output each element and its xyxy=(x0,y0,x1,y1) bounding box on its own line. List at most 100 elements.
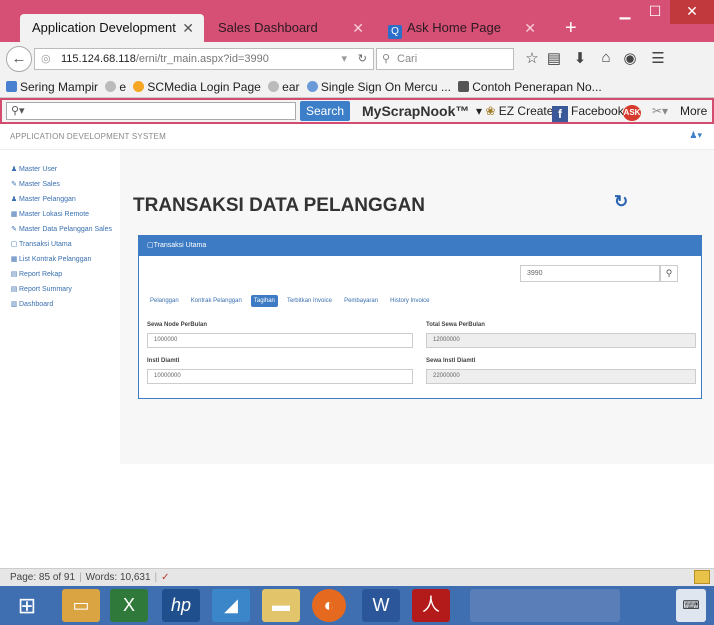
facebook-button[interactable]: f Facebook xyxy=(552,100,624,122)
tab-ask-home-page[interactable]: Q Ask Home Page ✕ xyxy=(376,14,546,42)
bookmark-contoh[interactable]: Contoh Penerapan No... xyxy=(458,76,602,98)
total-sewa-field: 12000000 xyxy=(426,333,696,348)
word-icon[interactable]: W xyxy=(362,589,400,622)
file-explorer-icon[interactable]: ▭ xyxy=(62,589,100,622)
reload-icon[interactable]: ↻ xyxy=(358,49,367,69)
ask-button[interactable]: ASK xyxy=(623,100,641,122)
tab-pelanggan[interactable]: Pelanggan xyxy=(147,295,182,307)
firefox-icon[interactable]: ◐ xyxy=(312,589,346,622)
sidebar-item-master-data-pelanggan-sales[interactable]: ✎ Master Data Pelanggan Sales xyxy=(10,222,120,237)
proofing-icon[interactable]: ✓ xyxy=(161,572,169,583)
maximize-icon[interactable]: ☐ xyxy=(640,0,670,24)
sidebar-item-master-user[interactable]: ♟ Master User xyxy=(10,162,120,177)
close-tab-icon[interactable]: ✕ xyxy=(352,14,364,42)
bookmark-scmedia[interactable]: SCMedia Login Page xyxy=(133,76,261,98)
sewa-node-label: Sewa Node PerBulan xyxy=(147,322,208,328)
tab-label: Application Development xyxy=(32,20,176,35)
minimize-icon[interactable]: ▁ xyxy=(610,0,640,24)
ez-create-button[interactable]: ▾ ❀ EZ Create xyxy=(476,100,553,122)
view-layout-icon[interactable] xyxy=(694,570,710,584)
close-tab-icon[interactable]: ✕ xyxy=(524,14,536,42)
dropdown-arrow-icon[interactable]: ▾ xyxy=(341,49,347,69)
more-button[interactable]: More xyxy=(680,100,707,122)
search-placeholder: Cari xyxy=(397,53,418,65)
page-icon xyxy=(458,81,470,92)
address-bar[interactable]: ◎ 115.124.68.118/erni/tr_main.aspx?id=39… xyxy=(34,48,374,70)
keyboard-icon[interactable]: ⌨ xyxy=(676,589,706,622)
search-icon: ⚲ xyxy=(382,53,391,65)
app-icon[interactable]: ◢ xyxy=(212,589,250,622)
customer-code-input[interactable]: 3990 xyxy=(520,265,660,282)
hp-icon[interactable]: hp xyxy=(162,589,200,622)
sidebar-item-list-kontrak-pelanggan[interactable]: ▦ List Kontrak Pelanggan xyxy=(10,252,120,267)
tab-sales-dashboard[interactable]: Sales Dashboard ✕ xyxy=(206,14,374,42)
reading-list-icon[interactable]: ▤ xyxy=(544,49,564,67)
sewa-instl-label: Sewa Instl Diamtl xyxy=(426,358,476,364)
globe-icon xyxy=(105,81,117,92)
sidebar-item-master-pelanggan[interactable]: ♟ Master Pelanggan xyxy=(10,192,120,207)
table-icon: ▤ xyxy=(10,286,18,293)
total-sewa-label: Total Sewa PerBulan xyxy=(426,322,485,328)
facebook-icon: f xyxy=(552,106,568,122)
pocket-icon[interactable]: ◉ xyxy=(620,49,640,67)
refresh-icon[interactable]: ↻ xyxy=(614,192,628,212)
tab-pembayaran[interactable]: Pembayaran xyxy=(341,295,381,307)
system-name: APPLICATION DEVELOPMENT SYSTEM xyxy=(10,132,166,141)
close-tab-icon[interactable]: ✕ xyxy=(182,14,194,42)
sidebar-item-dashboard[interactable]: ▥ Dashboard xyxy=(10,297,120,312)
instl-label: Instl Diamtl xyxy=(147,358,180,364)
browser-title-bar: Application Development ✕ Sales Dashboar… xyxy=(0,0,714,42)
bookmarks-bar: Sering Mampir e SCMedia Login Page ear S… xyxy=(0,76,714,98)
user-menu-icon[interactable]: ♟▾ xyxy=(689,130,702,141)
close-window-icon[interactable]: ✕ xyxy=(670,0,714,24)
acrobat-icon[interactable]: 人 xyxy=(412,589,450,622)
globe-icon: ◎ xyxy=(41,53,51,65)
download-icon[interactable]: ⬇ xyxy=(570,49,590,67)
search-icon[interactable]: ⚲ xyxy=(660,265,678,282)
toolbar-search-button[interactable]: Search xyxy=(300,101,350,121)
transaksi-panel: ▢Transaksi Utama 3990 ⚲ Pelanggan Kontra… xyxy=(138,235,702,399)
tools-button[interactable]: ✂▾ xyxy=(652,100,668,122)
sidebar-item-transaksi-utama[interactable]: ▢ Transaksi Utama xyxy=(10,237,120,252)
ask-badge-icon: ASK xyxy=(623,105,641,121)
sewa-node-field[interactable]: 1000000 xyxy=(147,333,413,348)
star-icon[interactable]: ☆ xyxy=(522,49,542,67)
myscrapnook-brand[interactable]: MyScrapNook™ xyxy=(362,100,469,122)
folder-icon[interactable]: ▬ xyxy=(262,589,300,622)
menu-icon[interactable]: ☰ xyxy=(648,49,668,67)
toolbar-search-input[interactable]: ⚲▾ xyxy=(6,102,296,120)
edit-icon: ✎ xyxy=(11,226,17,233)
sewa-instl-field: 22000000 xyxy=(426,369,696,384)
page-title: TRANSAKSI DATA PELANGGAN xyxy=(133,195,426,216)
instl-field[interactable]: 10000000 xyxy=(147,369,413,384)
taskbar-window-preview[interactable] xyxy=(470,589,620,622)
sidebar-item-master-lokasi-remote[interactable]: ▦ Master Lokasi Remote xyxy=(10,207,120,222)
sidebar-item-master-sales[interactable]: ✎ Master Sales xyxy=(10,177,120,192)
tools-icon: ✂▾ xyxy=(652,104,669,118)
bookmark-icon xyxy=(6,81,17,92)
bookmark-ear[interactable]: ear xyxy=(268,76,300,98)
windows-taskbar: ⊞ ▭ X hp ◢ ▬ ◐ W 人 ⌨ xyxy=(0,586,714,625)
windows-start-icon[interactable]: ⊞ xyxy=(8,589,46,622)
panel-tabs: Pelanggan Kontrak Pelanggan Tagihan Terb… xyxy=(147,293,436,307)
sidebar-item-report-summary[interactable]: ▤ Report Summary xyxy=(10,282,120,297)
bookmark-sering-mampir[interactable]: Sering Mampir xyxy=(6,76,98,98)
bookmark-e[interactable]: e xyxy=(105,76,126,98)
ask-icon: Q xyxy=(388,25,402,39)
tab-history-invoice[interactable]: History Invoice xyxy=(387,295,432,307)
tab-terbitkan-invoice[interactable]: Terbitkan Invoice xyxy=(284,295,335,307)
list-icon: ▦ xyxy=(10,211,18,218)
app-header: APPLICATION DEVELOPMENT SYSTEM ♟▾ xyxy=(0,124,714,150)
tab-application-development[interactable]: Application Development ✕ xyxy=(20,14,204,42)
sidebar-item-report-rekap[interactable]: ▤ Report Rekap xyxy=(10,267,120,282)
bookmark-sso[interactable]: Single Sign On Mercu ... xyxy=(306,76,451,98)
browser-search-input[interactable]: ⚲ Cari xyxy=(376,48,514,70)
scmedia-icon xyxy=(133,81,145,92)
new-tab-button[interactable]: + xyxy=(565,14,577,42)
tab-tagihan[interactable]: Tagihan xyxy=(250,295,278,307)
back-arrow-icon[interactable]: ← xyxy=(6,46,32,72)
home-icon[interactable]: ⌂ xyxy=(596,49,616,66)
excel-icon[interactable]: X xyxy=(110,589,148,622)
panel-header: ▢Transaksi Utama xyxy=(139,236,701,256)
tab-kontrak-pelanggan[interactable]: Kontrak Pelanggan xyxy=(188,295,245,307)
